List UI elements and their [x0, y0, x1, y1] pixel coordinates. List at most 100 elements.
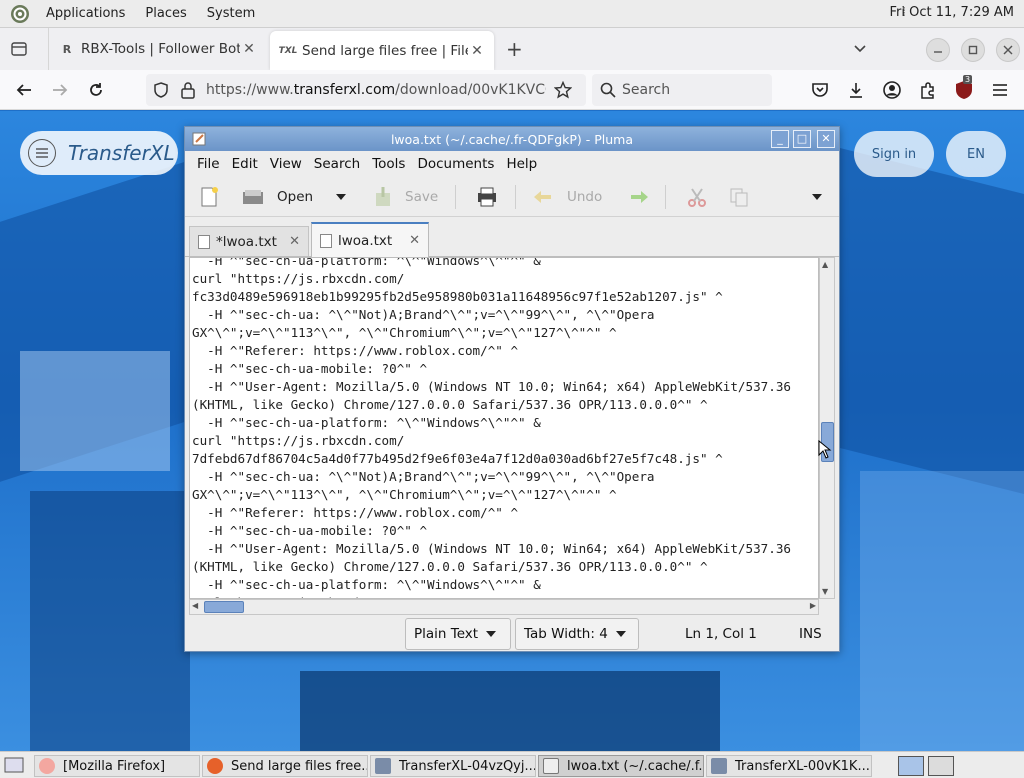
taskbar-item-transferxl-2[interactable]: TransferXL-00vK1K...: [706, 755, 872, 777]
copy-button[interactable]: [727, 184, 751, 210]
taskbar-item-firefox[interactable]: [Mozilla Firefox]: [34, 755, 200, 777]
window-title: lwoa.txt (~/.cache/.fr-QDFgkP) - Pluma: [390, 132, 634, 147]
search-icon: [600, 82, 616, 98]
shield-icon[interactable]: [152, 81, 170, 99]
redo-button[interactable]: [627, 184, 651, 210]
close-tab-icon[interactable]: ✕: [240, 41, 258, 57]
browser-tab-rbx-tools[interactable]: R RBX-Tools | Follower Botter ✕: [48, 28, 266, 70]
taskbar-item-pluma[interactable]: lwoa.txt (~/.cache/.f...: [538, 755, 704, 777]
syntax-label: Plain Text: [414, 626, 479, 642]
scroll-right-arrow-icon[interactable]: ▶: [810, 601, 816, 610]
editor-text[interactable]: -H ^"sec-ch-ua-platform: ^\^"Windows^\^"…: [192, 258, 791, 598]
pocket-icon[interactable]: [810, 80, 830, 100]
url-text[interactable]: https://www.transferxl.com/download/00vK…: [206, 82, 546, 98]
scroll-up-arrow-icon[interactable]: ▲: [822, 260, 828, 269]
text-editor-area[interactable]: -H ^"sec-ch-ua-platform: ^\^"Windows^\^"…: [189, 257, 819, 599]
browser-tab-transferxl[interactable]: TXL Send large files free | File sh ✕: [270, 31, 494, 70]
close-tab-icon[interactable]: ✕: [468, 43, 486, 59]
language-button[interactable]: EN: [946, 131, 1006, 177]
ublock-origin-icon[interactable]: 3: [954, 75, 974, 100]
doc-tab-modified[interactable]: *lwoa.txt ✕: [189, 226, 309, 256]
pluma-app-icon: [543, 758, 559, 774]
forward-arrow-icon[interactable]: [50, 80, 70, 100]
close-tab-icon[interactable]: ✕: [409, 233, 420, 248]
menu-tools[interactable]: Tools: [372, 156, 405, 172]
tab-width-dropdown[interactable]: Tab Width: 4: [515, 618, 639, 650]
show-desktop-icon[interactable]: [4, 757, 24, 773]
new-document-button[interactable]: [197, 184, 221, 210]
text-file-icon: [320, 233, 332, 248]
search-input[interactable]: Search: [592, 74, 772, 106]
taskbar-item-label: TransferXL-00vK1K...: [735, 758, 870, 774]
toolbar-separator: [455, 185, 456, 209]
taskbar-item-transferxl-1[interactable]: TransferXL-04vzQyj...: [370, 755, 536, 777]
applications-menu[interactable]: Applications: [46, 6, 125, 21]
pluma-window: lwoa.txt (~/.cache/.fr-QDFgkP) - Pluma _…: [184, 126, 840, 652]
taskbar-item-label: TransferXL-04vzQyj...: [399, 758, 536, 774]
open-button[interactable]: Open: [241, 184, 313, 210]
back-arrow-icon[interactable]: [14, 80, 34, 100]
transferxl-logo[interactable]: TransferXL: [20, 131, 178, 175]
list-all-tabs-icon[interactable]: [10, 40, 28, 58]
menu-help[interactable]: Help: [506, 156, 537, 172]
minimize-window-button[interactable]: [926, 38, 950, 62]
workspace-1[interactable]: [898, 756, 924, 776]
pluma-titlebar[interactable]: lwoa.txt (~/.cache/.fr-QDFgkP) - Pluma _…: [185, 127, 839, 151]
maximize-button[interactable]: □: [793, 130, 811, 148]
minimize-button[interactable]: _: [771, 130, 789, 148]
menu-search[interactable]: Search: [314, 156, 360, 172]
undo-button[interactable]: Undo: [531, 184, 602, 210]
undo-icon: [534, 191, 551, 203]
toolbar-overflow-button[interactable]: [811, 184, 823, 210]
places-menu[interactable]: Places: [145, 6, 186, 21]
scroll-left-arrow-icon[interactable]: ◀: [192, 601, 198, 610]
menu-documents[interactable]: Documents: [417, 156, 494, 172]
new-document-icon: [201, 187, 218, 207]
maximize-window-button[interactable]: [961, 38, 985, 62]
url-bar[interactable]: https://www.transferxl.com/download/00vK…: [146, 74, 586, 106]
bookmark-star-icon[interactable]: [554, 81, 572, 99]
workspace-2[interactable]: [928, 756, 954, 776]
print-button[interactable]: [475, 184, 499, 210]
reload-icon[interactable]: [86, 80, 106, 100]
cursor-position: Ln 1, Col 1: [685, 626, 757, 642]
taskbar-item-send-large-files[interactable]: Send large files free...: [202, 755, 368, 777]
mate-logo-icon[interactable]: [10, 4, 30, 24]
cut-button[interactable]: [685, 184, 709, 210]
save-button[interactable]: Save: [371, 184, 438, 210]
open-recent-dropdown[interactable]: [335, 184, 347, 210]
close-window-button[interactable]: [996, 38, 1020, 62]
account-icon[interactable]: [882, 80, 902, 100]
lock-icon[interactable]: [180, 81, 196, 99]
print-icon: [478, 187, 496, 207]
downloads-icon[interactable]: [846, 80, 866, 100]
hamburger-menu-icon[interactable]: [28, 139, 56, 167]
new-tab-icon[interactable]: +: [506, 37, 523, 61]
extensions-icon[interactable]: [918, 80, 938, 100]
menu-view[interactable]: View: [270, 156, 302, 172]
menu-file[interactable]: File: [197, 156, 220, 172]
firefox-icon: [207, 758, 223, 774]
file-manager-icon: [711, 758, 727, 774]
scroll-down-arrow-icon[interactable]: ▼: [822, 587, 828, 596]
toolbar-separator: [515, 185, 516, 209]
mouse-cursor-icon: [818, 440, 832, 459]
sign-in-button[interactable]: Sign in: [854, 131, 934, 177]
vertical-scrollbar[interactable]: ▲ ▼: [818, 257, 835, 599]
system-menu[interactable]: System: [207, 6, 255, 21]
taskbar-item-label: lwoa.txt (~/.cache/.f...: [567, 758, 704, 774]
file-manager-icon: [375, 758, 391, 774]
horizontal-scrollbar[interactable]: ◀ ▶: [189, 599, 819, 615]
doc-tab-active[interactable]: lwoa.txt ✕: [311, 222, 429, 257]
close-button[interactable]: ✕: [817, 130, 835, 148]
hamburger-menu-icon[interactable]: [990, 80, 1010, 100]
chevron-down-icon[interactable]: [852, 40, 868, 56]
tab-title: RBX-Tools | Follower Botter: [81, 41, 240, 57]
panel-clock[interactable]: Fri Oct 11, 7:29 AM: [890, 5, 1014, 20]
doc-tab-label: lwoa.txt: [338, 232, 393, 249]
dropdown-arrow-icon: [812, 194, 822, 200]
close-tab-icon[interactable]: ✕: [289, 234, 300, 249]
menu-edit[interactable]: Edit: [232, 156, 258, 172]
syntax-highlight-dropdown[interactable]: Plain Text: [405, 618, 511, 650]
horizontal-scroll-thumb[interactable]: [204, 601, 244, 613]
